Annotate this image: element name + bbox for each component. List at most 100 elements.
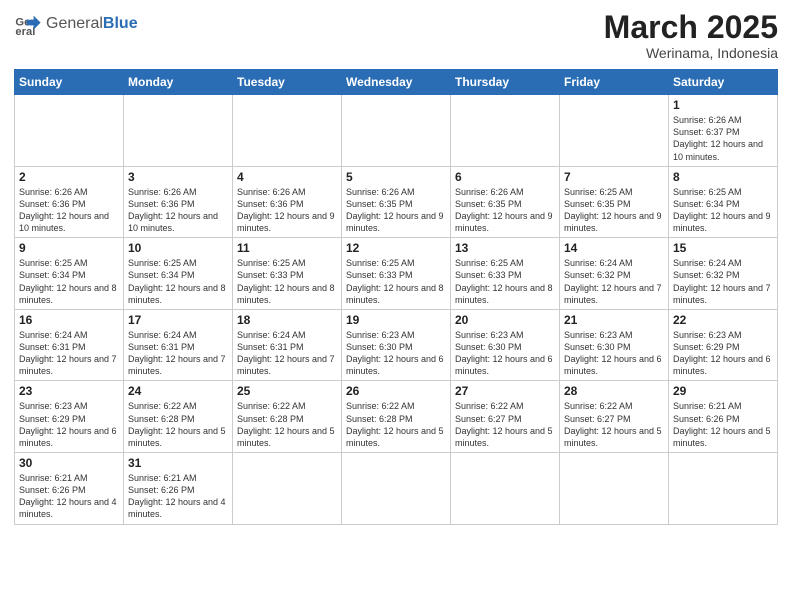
day-number: 29 — [673, 384, 773, 398]
day-number: 25 — [237, 384, 337, 398]
day-number: 10 — [128, 241, 228, 255]
calendar-week-row: 9 Sunrise: 6:25 AM Sunset: 6:34 PM Daylig… — [15, 238, 778, 310]
day-info: Sunrise: 6:24 AM Sunset: 6:32 PM Dayligh… — [673, 257, 773, 306]
day-info: Sunrise: 6:22 AM Sunset: 6:28 PM Dayligh… — [237, 400, 337, 449]
day-number: 27 — [455, 384, 555, 398]
calendar-cell: 15 Sunrise: 6:24 AM Sunset: 6:32 PM Dayli… — [669, 238, 778, 310]
calendar-cell — [560, 453, 669, 525]
day-info: Sunrise: 6:22 AM Sunset: 6:28 PM Dayligh… — [346, 400, 446, 449]
day-number: 19 — [346, 313, 446, 327]
weekday-header-row: SundayMondayTuesdayWednesdayThursdayFrid… — [15, 70, 778, 95]
day-number: 9 — [19, 241, 119, 255]
day-info: Sunrise: 6:24 AM Sunset: 6:31 PM Dayligh… — [128, 329, 228, 378]
calendar-cell: 6 Sunrise: 6:26 AM Sunset: 6:35 PM Daylig… — [451, 166, 560, 238]
day-number: 7 — [564, 170, 664, 184]
calendar-cell: 4 Sunrise: 6:26 AM Sunset: 6:36 PM Daylig… — [233, 166, 342, 238]
calendar-cell: 27Sunrise: 6:22 AM Sunset: 6:27 PM Dayli… — [451, 381, 560, 453]
calendar-cell — [451, 95, 560, 167]
calendar-cell: 19 Sunrise: 6:23 AM Sunset: 6:30 PM Dayli… — [342, 309, 451, 381]
calendar-cell: 8 Sunrise: 6:25 AM Sunset: 6:34 PM Daylig… — [669, 166, 778, 238]
day-info: Sunrise: 6:25 AM Sunset: 6:33 PM Dayligh… — [346, 257, 446, 306]
day-info: Sunrise: 6:22 AM Sunset: 6:28 PM Dayligh… — [128, 400, 228, 449]
day-number: 1 — [673, 98, 773, 112]
day-info: Sunrise: 6:24 AM Sunset: 6:32 PM Dayligh… — [564, 257, 664, 306]
logo-text: GeneralBlue — [46, 15, 138, 33]
weekday-header-friday: Friday — [560, 70, 669, 95]
day-number: 18 — [237, 313, 337, 327]
weekday-header-thursday: Thursday — [451, 70, 560, 95]
day-info: Sunrise: 6:21 AM Sunset: 6:26 PM Dayligh… — [673, 400, 773, 449]
calendar-cell: 24Sunrise: 6:22 AM Sunset: 6:28 PM Dayli… — [124, 381, 233, 453]
svg-text:eral: eral — [15, 26, 35, 38]
day-number: 15 — [673, 241, 773, 255]
day-number: 12 — [346, 241, 446, 255]
calendar-cell — [124, 95, 233, 167]
weekday-header-monday: Monday — [124, 70, 233, 95]
day-number: 31 — [128, 456, 228, 470]
calendar-cell — [342, 453, 451, 525]
calendar-cell: 16Sunrise: 6:24 AM Sunset: 6:31 PM Dayli… — [15, 309, 124, 381]
calendar-cell — [233, 453, 342, 525]
weekday-header-tuesday: Tuesday — [233, 70, 342, 95]
day-number: 8 — [673, 170, 773, 184]
calendar-cell: 21 Sunrise: 6:23 AM Sunset: 6:30 PM Dayli… — [560, 309, 669, 381]
calendar-cell: 13 Sunrise: 6:25 AM Sunset: 6:33 PM Dayli… — [451, 238, 560, 310]
day-number: 17 — [128, 313, 228, 327]
day-info: Sunrise: 6:23 AM Sunset: 6:29 PM Dayligh… — [19, 400, 119, 449]
calendar-cell: 29 Sunrise: 6:21 AM Sunset: 6:26 PM Dayli… — [669, 381, 778, 453]
calendar-cell: 12 Sunrise: 6:25 AM Sunset: 6:33 PM Dayli… — [342, 238, 451, 310]
day-number: 2 — [19, 170, 119, 184]
calendar-cell: 20Sunrise: 6:23 AM Sunset: 6:30 PM Dayli… — [451, 309, 560, 381]
calendar-cell: 10Sunrise: 6:25 AM Sunset: 6:34 PM Dayli… — [124, 238, 233, 310]
day-number: 14 — [564, 241, 664, 255]
day-info: Sunrise: 6:23 AM Sunset: 6:30 PM Dayligh… — [346, 329, 446, 378]
day-number: 21 — [564, 313, 664, 327]
calendar-week-row: 1Sunrise: 6:26 AM Sunset: 6:37 PM Daylig… — [15, 95, 778, 167]
day-info: Sunrise: 6:24 AM Sunset: 6:31 PM Dayligh… — [237, 329, 337, 378]
calendar-cell: 31 Sunrise: 6:21 AM Sunset: 6:26 PM Dayli… — [124, 453, 233, 525]
day-info: Sunrise: 6:25 AM Sunset: 6:33 PM Dayligh… — [455, 257, 555, 306]
calendar-cell: 17 Sunrise: 6:24 AM Sunset: 6:31 PM Dayli… — [124, 309, 233, 381]
calendar-cell: 5 Sunrise: 6:26 AM Sunset: 6:35 PM Daylig… — [342, 166, 451, 238]
day-info: Sunrise: 6:25 AM Sunset: 6:35 PM Dayligh… — [564, 186, 664, 235]
day-number: 28 — [564, 384, 664, 398]
weekday-header-saturday: Saturday — [669, 70, 778, 95]
calendar-cell — [342, 95, 451, 167]
day-info: Sunrise: 6:23 AM Sunset: 6:29 PM Dayligh… — [673, 329, 773, 378]
calendar-cell — [560, 95, 669, 167]
calendar-cell: 22Sunrise: 6:23 AM Sunset: 6:29 PM Dayli… — [669, 309, 778, 381]
day-number: 20 — [455, 313, 555, 327]
day-number: 6 — [455, 170, 555, 184]
day-info: Sunrise: 6:23 AM Sunset: 6:30 PM Dayligh… — [564, 329, 664, 378]
day-info: Sunrise: 6:26 AM Sunset: 6:36 PM Dayligh… — [128, 186, 228, 235]
calendar-cell: 18 Sunrise: 6:24 AM Sunset: 6:31 PM Dayli… — [233, 309, 342, 381]
title-block: March 2025 Werinama, Indonesia — [604, 10, 778, 61]
calendar-subtitle: Werinama, Indonesia — [604, 45, 778, 61]
day-number: 13 — [455, 241, 555, 255]
calendar-cell: 2 Sunrise: 6:26 AM Sunset: 6:36 PM Daylig… — [15, 166, 124, 238]
day-info: Sunrise: 6:21 AM Sunset: 6:26 PM Dayligh… — [128, 472, 228, 521]
day-info: Sunrise: 6:26 AM Sunset: 6:36 PM Dayligh… — [19, 186, 119, 235]
day-number: 16 — [19, 313, 119, 327]
calendar-cell — [669, 453, 778, 525]
calendar-cell: 28Sunrise: 6:22 AM Sunset: 6:27 PM Dayli… — [560, 381, 669, 453]
day-number: 3 — [128, 170, 228, 184]
day-number: 11 — [237, 241, 337, 255]
day-info: Sunrise: 6:25 AM Sunset: 6:34 PM Dayligh… — [19, 257, 119, 306]
calendar-cell: 23Sunrise: 6:23 AM Sunset: 6:29 PM Dayli… — [15, 381, 124, 453]
day-info: Sunrise: 6:26 AM Sunset: 6:35 PM Dayligh… — [455, 186, 555, 235]
weekday-header-wednesday: Wednesday — [342, 70, 451, 95]
day-number: 26 — [346, 384, 446, 398]
day-number: 5 — [346, 170, 446, 184]
day-number: 4 — [237, 170, 337, 184]
day-info: Sunrise: 6:25 AM Sunset: 6:34 PM Dayligh… — [673, 186, 773, 235]
day-info: Sunrise: 6:26 AM Sunset: 6:35 PM Dayligh… — [346, 186, 446, 235]
calendar-cell: 3 Sunrise: 6:26 AM Sunset: 6:36 PM Daylig… — [124, 166, 233, 238]
day-info: Sunrise: 6:25 AM Sunset: 6:33 PM Dayligh… — [237, 257, 337, 306]
logo: Gen eral GeneralBlue — [14, 10, 138, 38]
day-info: Sunrise: 6:26 AM Sunset: 6:36 PM Dayligh… — [237, 186, 337, 235]
calendar-cell: 7 Sunrise: 6:25 AM Sunset: 6:35 PM Daylig… — [560, 166, 669, 238]
calendar-cell — [233, 95, 342, 167]
calendar-cell: 1Sunrise: 6:26 AM Sunset: 6:37 PM Daylig… — [669, 95, 778, 167]
weekday-header-sunday: Sunday — [15, 70, 124, 95]
